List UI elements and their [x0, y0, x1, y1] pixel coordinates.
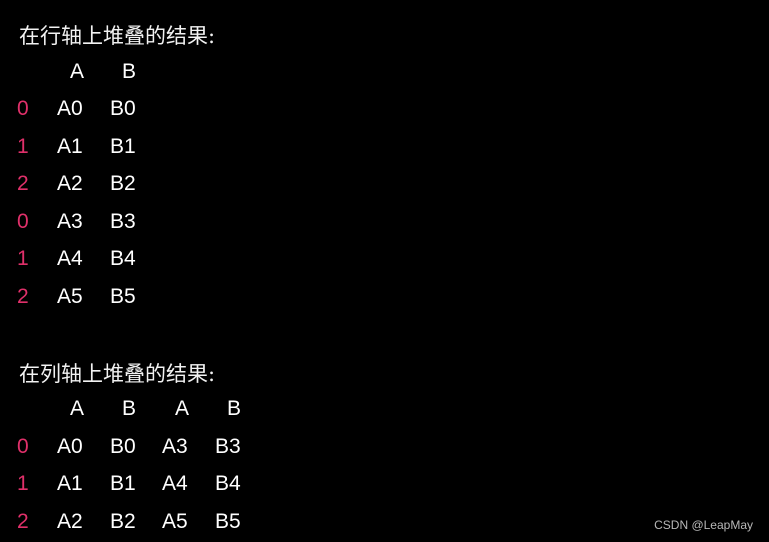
table-cell: B2 [110, 510, 136, 533]
column-header: B [122, 397, 137, 420]
table-cell: A4 [162, 472, 188, 495]
table-cell: A5 [57, 285, 83, 308]
table-cell: B1 [110, 472, 136, 495]
row-index: 0 [17, 435, 29, 458]
table-cell: A2 [57, 172, 83, 195]
table-cell: A1 [57, 135, 83, 158]
section2-title: 在列轴上堆叠的结果: [19, 362, 216, 386]
table-cell: A3 [57, 210, 83, 233]
table-cell: B5 [215, 510, 241, 533]
section1-title: 在行轴上堆叠的结果: [19, 24, 216, 48]
table-cell: B1 [110, 135, 136, 158]
table-cell: A2 [57, 510, 83, 533]
row-index: 2 [17, 285, 29, 308]
table-cell: B3 [110, 210, 136, 233]
column-header: A [70, 397, 85, 420]
row-index: 0 [17, 97, 29, 120]
table-cell: B3 [215, 435, 241, 458]
table-cell: A4 [57, 247, 83, 270]
row-index: 2 [17, 510, 29, 533]
table-cell: A0 [57, 97, 83, 120]
row-index: 0 [17, 210, 29, 233]
table-cell: A1 [57, 472, 83, 495]
table-cell: A3 [162, 435, 188, 458]
row-index: 1 [17, 472, 29, 495]
watermark: CSDN @LeapMay [654, 518, 753, 532]
table-cell: B5 [110, 285, 136, 308]
row-index: 1 [17, 247, 29, 270]
column-header: A [70, 60, 85, 83]
row-index: 2 [17, 172, 29, 195]
table-cell: B2 [110, 172, 136, 195]
table-cell: A0 [57, 435, 83, 458]
column-header: A [175, 397, 190, 420]
table-cell: B0 [110, 97, 136, 120]
row-index: 1 [17, 135, 29, 158]
table-cell: B0 [110, 435, 136, 458]
table-cell: B4 [215, 472, 241, 495]
table-cell: A5 [162, 510, 188, 533]
table-cell: B4 [110, 247, 136, 270]
column-header: B [122, 60, 137, 83]
column-header: B [227, 397, 242, 420]
